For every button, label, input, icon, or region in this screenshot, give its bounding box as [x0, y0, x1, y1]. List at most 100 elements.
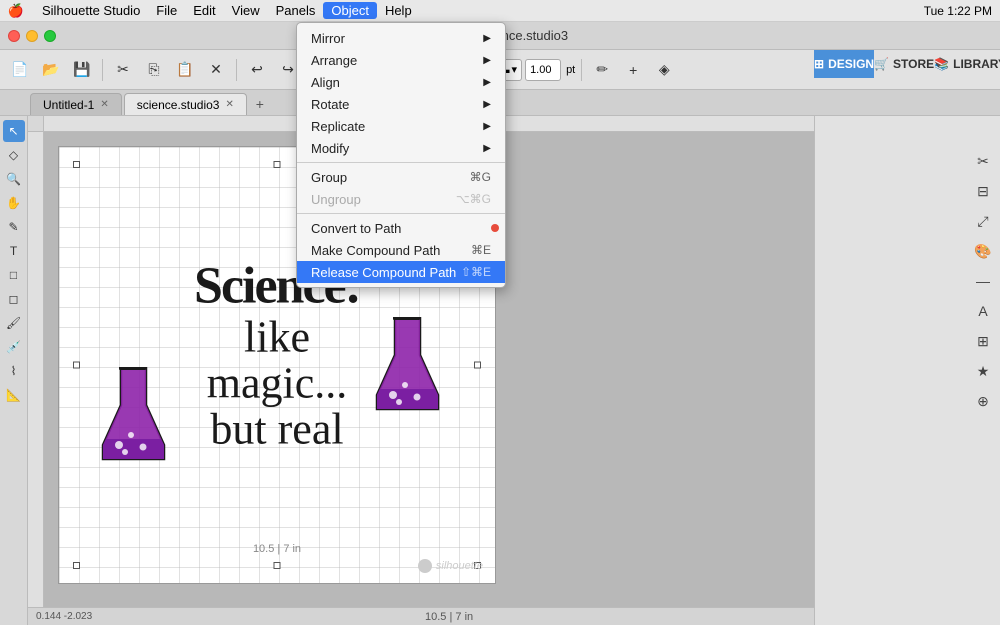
artwork-line4: but real	[194, 407, 360, 453]
menu-view[interactable]: View	[224, 2, 268, 19]
left-toolbar: ↖ ◇ 🔍 ✋ ✎ T □ ◻ 🖌 💉 ⌇ 📐	[0, 116, 28, 625]
menu-item-rotate[interactable]: Rotate ▶	[297, 93, 505, 115]
menu-item-group[interactable]: Group ⌘G	[297, 166, 505, 188]
menu-help[interactable]: Help	[377, 2, 420, 19]
tab-science-close[interactable]: ✕	[225, 99, 233, 110]
selection-handle-bl[interactable]	[73, 562, 80, 569]
menu-item-mirror[interactable]: Mirror ▶	[297, 27, 505, 49]
toolbar-new[interactable]: 📄	[6, 56, 34, 84]
flask-right	[375, 317, 440, 420]
apple-menu[interactable]: 🍎	[8, 3, 24, 19]
design-icon: ⊞	[814, 57, 824, 71]
menu-item-replicate[interactable]: Replicate ▶	[297, 115, 505, 137]
tab-add-button[interactable]: +	[249, 93, 271, 115]
selection-handle-mr[interactable]	[474, 362, 481, 369]
menu-item-make-compound-shortcut: ⌘E	[471, 243, 491, 257]
store-icon: 🛒	[874, 57, 889, 71]
toolbar-cut[interactable]: ✂	[109, 56, 137, 84]
library-icon: 📚	[934, 57, 949, 71]
knife-tool[interactable]: ⌇	[3, 360, 25, 382]
menu-bar: 🍎 Silhouette Studio File Edit View Panel…	[0, 0, 1000, 22]
toolbar-undo[interactable]: ↩	[243, 56, 271, 84]
minimize-button[interactable]	[26, 30, 38, 42]
shape-tool[interactable]: □	[3, 264, 25, 286]
select-tool[interactable]: ↖	[3, 120, 25, 142]
menu-time: Tue 1:22 PM	[924, 4, 992, 18]
rp-icon-align[interactable]: ⊟	[970, 178, 996, 204]
menu-item-align-arrow: ▶	[483, 77, 491, 88]
right-panel: ✂ ⊟ ⤢ 🎨 — A ⊞ ★ ⊕	[814, 116, 1000, 625]
silhouette-watermark: silhouette	[418, 559, 483, 573]
menu-object[interactable]: Object	[323, 2, 377, 19]
menu-panels[interactable]: Panels	[268, 2, 324, 19]
toolbar-fill[interactable]: ◈	[650, 56, 678, 84]
object-dropdown-menu: Mirror ▶ Arrange ▶ Align ▶ Rotate ▶ Repl…	[296, 22, 506, 288]
selection-handle-ml[interactable]	[73, 362, 80, 369]
selection-handle-bm[interactable]	[274, 562, 281, 569]
pencil-tool[interactable]: ✎	[3, 216, 25, 238]
node-tool[interactable]: ◇	[3, 144, 25, 166]
rp-icon-line[interactable]: —	[970, 268, 996, 294]
toolbar-copy[interactable]: ⎘	[140, 56, 168, 84]
rp-icon-star[interactable]: ★	[970, 358, 996, 384]
menu-item-mirror-label: Mirror	[311, 31, 345, 46]
menu-item-align-label: Align	[311, 75, 340, 90]
paint-tool[interactable]: 🖌	[3, 312, 25, 334]
menu-silhouette-studio[interactable]: Silhouette Studio	[34, 2, 148, 19]
tab-science[interactable]: science.studio3 ✕	[124, 93, 247, 115]
rp-icon-layers[interactable]: ⊕	[970, 388, 996, 414]
measure-tool[interactable]: 📐	[3, 384, 25, 406]
tab-untitled-close[interactable]: ✕	[100, 99, 108, 110]
toolbar-save[interactable]: 💾	[68, 56, 96, 84]
ruler-vertical	[28, 132, 44, 607]
menu-item-rotate-arrow: ▶	[483, 99, 491, 110]
menu-item-align[interactable]: Align ▶	[297, 71, 505, 93]
coordinate-display: 0.144 -2.023	[36, 611, 92, 622]
design-artwork: Science: like magic... but real	[194, 260, 360, 453]
pan-tool[interactable]: ✋	[3, 192, 25, 214]
menu-item-arrange[interactable]: Arrange ▶	[297, 49, 505, 71]
rp-icon-cut[interactable]: ✂	[970, 148, 996, 174]
rp-icon-typeface[interactable]: A	[970, 298, 996, 324]
thickness-unit: pt	[566, 64, 575, 76]
menu-item-arrange-label: Arrange	[311, 53, 357, 68]
rp-icon-group[interactable]: ⊞	[970, 328, 996, 354]
fullscreen-button[interactable]	[44, 30, 56, 42]
menu-item-ungroup-shortcut: ⌥⌘G	[456, 192, 491, 206]
design-btn[interactable]: ⊞ DESIGN	[814, 50, 874, 78]
menu-item-modify[interactable]: Modify ▶	[297, 137, 505, 159]
store-label: STORE	[893, 57, 934, 71]
menu-item-ungroup[interactable]: Ungroup ⌥⌘G	[297, 188, 505, 210]
eraser-tool[interactable]: ◻	[3, 288, 25, 310]
menu-sep1	[297, 162, 505, 163]
menu-file[interactable]: File	[148, 2, 185, 19]
traffic-lights	[8, 30, 56, 42]
selection-handle-tl[interactable]	[73, 161, 80, 168]
menu-item-make-compound[interactable]: Make Compound Path ⌘E	[297, 239, 505, 261]
toolbar-add-node[interactable]: +	[619, 56, 647, 84]
menu-item-replicate-arrow: ▶	[483, 121, 491, 132]
text-tool[interactable]: T	[3, 240, 25, 262]
toolbar-open[interactable]: 📂	[37, 56, 65, 84]
toolbar-delete[interactable]: ✕	[202, 56, 230, 84]
menu-item-convert-to-path[interactable]: Convert to Path	[297, 217, 505, 239]
toolbar-pen-tool[interactable]: ✏	[588, 56, 616, 84]
menu-item-group-label: Group	[311, 170, 347, 185]
menu-item-group-shortcut: ⌘G	[470, 170, 491, 184]
toolbar-paste[interactable]: 📋	[171, 56, 199, 84]
flask-left	[101, 367, 166, 470]
menu-item-replicate-label: Replicate	[311, 119, 365, 134]
selection-handle-tm[interactable]	[274, 161, 281, 168]
tab-untitled[interactable]: Untitled-1 ✕	[30, 93, 122, 115]
menu-item-release-compound[interactable]: Release Compound Path ⇧⌘E	[297, 261, 505, 283]
menu-edit[interactable]: Edit	[185, 2, 223, 19]
close-button[interactable]	[8, 30, 20, 42]
eyedropper-tool[interactable]: 💉	[3, 336, 25, 358]
zoom-tool[interactable]: 🔍	[3, 168, 25, 190]
canvas-size-label: 10.5 | 7 in	[253, 543, 301, 555]
store-btn[interactable]: 🛒 STORE	[874, 50, 934, 78]
rp-icon-fill[interactable]: 🎨	[970, 238, 996, 264]
line-thickness-input[interactable]	[525, 59, 561, 81]
rp-icon-transform[interactable]: ⤢	[970, 208, 996, 234]
library-btn[interactable]: 📚 LIBRARY	[934, 50, 1000, 78]
